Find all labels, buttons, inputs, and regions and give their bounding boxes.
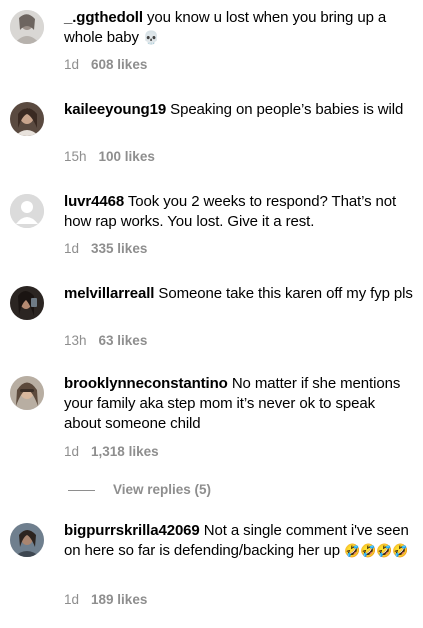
likes-count[interactable]: 335 likes — [91, 241, 147, 256]
avatar[interactable] — [10, 523, 44, 557]
likes-count[interactable]: 100 likes — [99, 149, 155, 164]
avatar[interactable] — [10, 286, 44, 320]
comment-text: brooklynneconstantino No matter if she m… — [64, 374, 416, 434]
comment-body: Speaking on people’s babies is wild — [170, 101, 404, 118]
timestamp: 1d — [64, 592, 80, 607]
avatar[interactable] — [10, 10, 44, 44]
rofl-emoji: 🤣🤣🤣🤣 — [344, 544, 409, 559]
avatar[interactable] — [10, 376, 44, 410]
username[interactable]: kaileeyoung19 — [64, 101, 166, 118]
comment-text: melvillarreall Someone take this karen o… — [64, 284, 416, 304]
timestamp: 1d — [64, 444, 80, 459]
comment-text: luvr4468 Took you 2 weeks to respond? Th… — [64, 192, 416, 232]
comment-meta: 1d 1,318 likes — [64, 444, 159, 460]
comment-meta: 13h 63 likes — [64, 333, 147, 349]
view-replies-button[interactable]: View replies (5) — [68, 482, 211, 498]
timestamp: 15h — [64, 149, 87, 164]
timestamp: 13h — [64, 333, 87, 348]
likes-count[interactable]: 63 likes — [99, 333, 148, 348]
username[interactable]: luvr4468 — [64, 193, 124, 210]
skull-emoji: 💀 — [142, 31, 160, 46]
comment-meta: 1d 608 likes — [64, 57, 147, 73]
avatar[interactable] — [10, 102, 44, 136]
username[interactable]: _.ggthedoll — [64, 9, 143, 26]
comment-meta: 1d 335 likes — [64, 241, 147, 257]
timestamp: 1d — [64, 57, 80, 72]
username[interactable]: melvillarreall — [64, 285, 154, 302]
likes-count[interactable]: 189 likes — [91, 592, 147, 607]
comment-meta: 1d 189 likes — [64, 592, 147, 608]
comment-meta: 15h 100 likes — [64, 149, 155, 165]
comment-body: Someone take this karen off my fyp pls — [158, 285, 413, 302]
replies-divider — [68, 489, 95, 491]
avatar[interactable] — [10, 194, 44, 228]
timestamp: 1d — [64, 241, 80, 256]
comment-text: kaileeyoung19 Speaking on people’s babie… — [64, 100, 416, 120]
view-replies-label: View replies (5) — [113, 482, 212, 497]
username[interactable]: brooklynneconstantino — [64, 375, 228, 392]
likes-count[interactable]: 1,318 likes — [91, 444, 159, 459]
likes-count[interactable]: 608 likes — [91, 57, 147, 72]
username[interactable]: bigpurrskrilla42069 — [64, 522, 200, 539]
comment-text: _.ggthedoll you know u lost when you bri… — [64, 8, 416, 49]
comment-text: bigpurrskrilla42069 Not a single comment… — [64, 521, 416, 562]
